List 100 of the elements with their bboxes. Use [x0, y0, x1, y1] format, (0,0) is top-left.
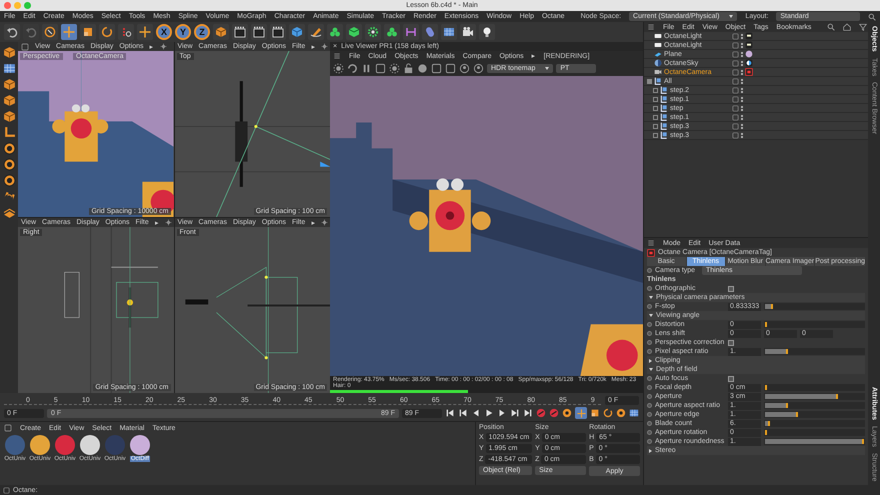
capsule-icon[interactable]: [424, 26, 436, 38]
home-icon[interactable]: [843, 23, 852, 31]
material-swatch[interactable]: [55, 435, 75, 455]
square-icon[interactable]: [732, 42, 739, 48]
square-icon[interactable]: [21, 42, 29, 50]
first-frame-icon[interactable]: [445, 408, 455, 418]
animate-dot-icon[interactable]: [647, 403, 652, 408]
square-icon[interactable]: [732, 96, 739, 102]
cube-icon[interactable]: [2, 94, 16, 107]
pen-icon[interactable]: [310, 26, 322, 38]
material-swatch[interactable]: [30, 435, 50, 455]
cube-icon[interactable]: [2, 78, 16, 91]
lock-icon[interactable]: [403, 63, 414, 74]
ball-icon[interactable]: [417, 63, 428, 74]
scale-icon[interactable]: [82, 26, 94, 38]
search-icon[interactable]: [827, 23, 836, 31]
sun-icon[interactable]: [389, 63, 400, 74]
slider[interactable]: [764, 321, 865, 328]
previous-frame-icon[interactable]: [471, 408, 481, 418]
gear-icon[interactable]: [367, 26, 379, 38]
square-icon[interactable]: [732, 78, 739, 84]
bulb-icon[interactable]: [481, 26, 493, 38]
circle-icon[interactable]: [2, 174, 16, 187]
animate-dot-icon[interactable]: [647, 331, 652, 336]
camera-tag-icon[interactable]: [745, 68, 753, 76]
record-icon[interactable]: [536, 408, 546, 418]
grid-icon[interactable]: [2, 62, 16, 75]
cube-icon[interactable]: [2, 46, 16, 59]
cube-icon[interactable]: [291, 26, 303, 38]
expand-toggle[interactable]: [653, 124, 658, 128]
expand-toggle[interactable]: [653, 96, 658, 102]
slider[interactable]: [764, 384, 865, 391]
slider[interactable]: [764, 348, 865, 355]
square-icon[interactable]: [732, 60, 739, 66]
play-icon[interactable]: [484, 408, 494, 418]
square-icon[interactable]: [732, 86, 739, 94]
animate-dot-icon[interactable]: [647, 349, 652, 354]
square-icon[interactable]: [732, 104, 739, 112]
square-icon[interactable]: [732, 132, 739, 138]
square-icon[interactable]: [732, 50, 739, 58]
last-frame-icon[interactable]: [510, 408, 520, 418]
grid-icon[interactable]: [629, 408, 639, 418]
animate-dot-icon[interactable]: [647, 304, 652, 309]
animate-dot-icon[interactable]: [647, 268, 652, 273]
slider[interactable]: [764, 393, 865, 400]
rotate-icon[interactable]: [603, 408, 613, 418]
spheres-icon[interactable]: [386, 26, 398, 38]
slider[interactable]: [764, 429, 865, 436]
square-icon[interactable]: [3, 486, 10, 494]
square-icon[interactable]: [732, 114, 739, 120]
square-icon[interactable]: [732, 68, 739, 76]
axis-lock-button[interactable]: Z: [194, 24, 210, 40]
search-icon[interactable]: [868, 12, 876, 20]
navigate-icon[interactable]: [160, 43, 167, 50]
cursor-icon[interactable]: [44, 26, 56, 38]
navigate-icon[interactable]: [321, 43, 328, 50]
plane-icon[interactable]: [2, 206, 16, 219]
expand-toggle[interactable]: [653, 106, 658, 110]
filter-icon[interactable]: [859, 23, 868, 31]
navigate-icon[interactable]: [164, 219, 172, 226]
sky-tag-icon[interactable]: [745, 59, 753, 67]
expand-toggle[interactable]: [653, 88, 658, 92]
animate-dot-icon[interactable]: [647, 412, 652, 417]
pin-icon[interactable]: [473, 63, 484, 74]
cube-icon[interactable]: [215, 26, 227, 38]
clapper-icon[interactable]: [253, 26, 265, 38]
material-swatch[interactable]: [105, 435, 125, 455]
square-icon[interactable]: [375, 63, 386, 74]
slider[interactable]: [764, 420, 865, 427]
material-swatch[interactable]: [130, 435, 150, 455]
checkbox[interactable]: [728, 286, 734, 292]
menu-icon[interactable]: [647, 23, 655, 31]
expand-toggle[interactable]: [647, 78, 652, 84]
clapper-icon[interactable]: [234, 26, 246, 38]
square-icon[interactable]: [732, 122, 739, 130]
slider[interactable]: [764, 303, 865, 310]
corner-icon[interactable]: [2, 126, 16, 139]
keyframe-icon[interactable]: [562, 408, 572, 418]
square-icon[interactable]: [732, 32, 739, 40]
pause-icon[interactable]: [361, 63, 372, 74]
pin-icon[interactable]: [459, 63, 470, 74]
grid-icon[interactable]: [443, 26, 455, 38]
scale-icon[interactable]: [590, 408, 600, 418]
square-icon[interactable]: [4, 424, 12, 432]
move-icon[interactable]: [139, 26, 151, 38]
circle-icon[interactable]: [2, 158, 16, 171]
cube-icon[interactable]: [348, 26, 360, 38]
material-tag-icon[interactable]: [745, 50, 753, 58]
dots-icon[interactable]: [120, 26, 132, 38]
animate-dot-icon[interactable]: [647, 421, 652, 426]
rotate-icon[interactable]: [101, 26, 113, 38]
material-swatch[interactable]: [80, 435, 100, 455]
material-swatch[interactable]: [5, 435, 25, 455]
expand-toggle[interactable]: [653, 132, 658, 138]
animate-dot-icon[interactable]: [647, 322, 652, 327]
next-frame-icon[interactable]: [497, 408, 507, 418]
animate-dot-icon[interactable]: [647, 376, 652, 381]
undo-icon[interactable]: [6, 26, 18, 38]
bar-icon[interactable]: [405, 26, 417, 38]
circle-icon[interactable]: [2, 142, 16, 155]
